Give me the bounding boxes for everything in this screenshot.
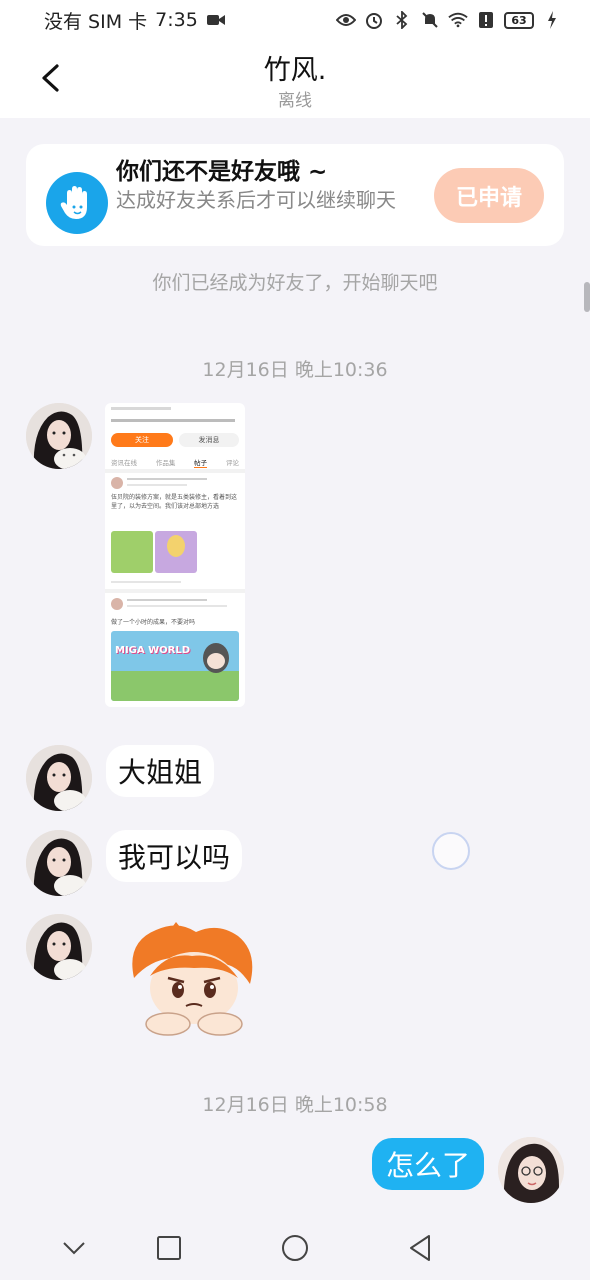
carrier-label: 没有 SIM 卡 <box>44 10 148 33</box>
message-bubble[interactable]: 我可以吗 <box>106 830 243 882</box>
alarm-icon <box>364 10 384 30</box>
bluetooth-icon <box>392 10 412 30</box>
hand-wave-icon <box>46 172 108 234</box>
battery-icon: 63 <box>504 11 534 29</box>
back-nav-button[interactable] <box>404 1232 436 1264</box>
banner-description: 达成好友关系后才可以继续聊天 <box>116 188 396 212</box>
wifi-icon <box>448 10 468 30</box>
contact-name: 竹风. <box>263 55 327 86</box>
banner-title: 你们还不是好友哦 ~ <box>116 159 328 185</box>
timestamp: 12月16日 晚上10:36 <box>202 359 388 381</box>
shared-image[interactable]: 关注 发消息 资讯在线 作品集 帖子 评论 伍贝院的装修方案，就是五类装修主，看… <box>105 403 245 707</box>
charging-icon <box>542 10 562 30</box>
contact-status: 离线 <box>278 91 312 111</box>
shot-post-text: 伍贝院的装修方案，就是五类装修主，看着到这里了，以为去空间。我们该对总部地方选 <box>111 494 238 510</box>
message-bubble-outgoing[interactable]: 怎么了 <box>371 1138 484 1190</box>
recents-button[interactable] <box>153 1232 185 1264</box>
shot-tab: 资讯在线 <box>111 459 137 467</box>
sticker-image[interactable] <box>126 922 260 1038</box>
shot-tab: 作品集 <box>155 459 176 467</box>
shot-game-banner: MIGA WORLD <box>115 645 191 656</box>
triangle-back-icon <box>410 1235 430 1261</box>
avatar[interactable] <box>26 914 92 980</box>
loading-spinner-icon <box>432 832 470 870</box>
clock: 7:35 <box>155 9 198 31</box>
applied-button[interactable]: 已申请 <box>434 168 544 223</box>
avatar[interactable] <box>26 745 92 811</box>
avatar[interactable] <box>26 403 92 469</box>
collapse-nav-button[interactable] <box>58 1232 90 1264</box>
status-bar: 没有 SIM 卡 7:35 63 <box>0 0 590 40</box>
chevron-down-icon <box>63 1242 85 1255</box>
message-bubble[interactable]: 大姐姐 <box>106 745 215 797</box>
shot-post2-text: 做了一个小时的成果，不要对吗 <box>111 619 196 626</box>
avatar-self[interactable] <box>498 1137 564 1203</box>
alert-icon <box>476 10 496 30</box>
chat-header: 竹风. 离线 <box>0 40 590 118</box>
system-message: 你们已经成为好友了，开始聊天吧 <box>152 272 438 294</box>
scrollbar-thumb[interactable] <box>584 282 590 312</box>
mute-icon <box>420 10 440 30</box>
timestamp: 12月16日 晚上10:58 <box>202 1094 388 1116</box>
shot-tab: 评论 <box>225 459 239 467</box>
shot-message-button: 发消息 <box>179 433 239 447</box>
circle-icon <box>282 1235 308 1261</box>
eye-icon <box>336 10 356 30</box>
shot-tab: 帖子 <box>194 459 208 468</box>
avatar[interactable] <box>26 830 92 896</box>
shot-follow-button: 关注 <box>111 433 173 447</box>
square-icon <box>157 1236 181 1260</box>
system-nav-bar <box>0 1216 590 1280</box>
home-button[interactable] <box>279 1232 311 1264</box>
friend-request-banner: 你们还不是好友哦 ~ 达成好友关系后才可以继续聊天 已申请 <box>26 144 564 246</box>
video-icon <box>206 10 226 30</box>
